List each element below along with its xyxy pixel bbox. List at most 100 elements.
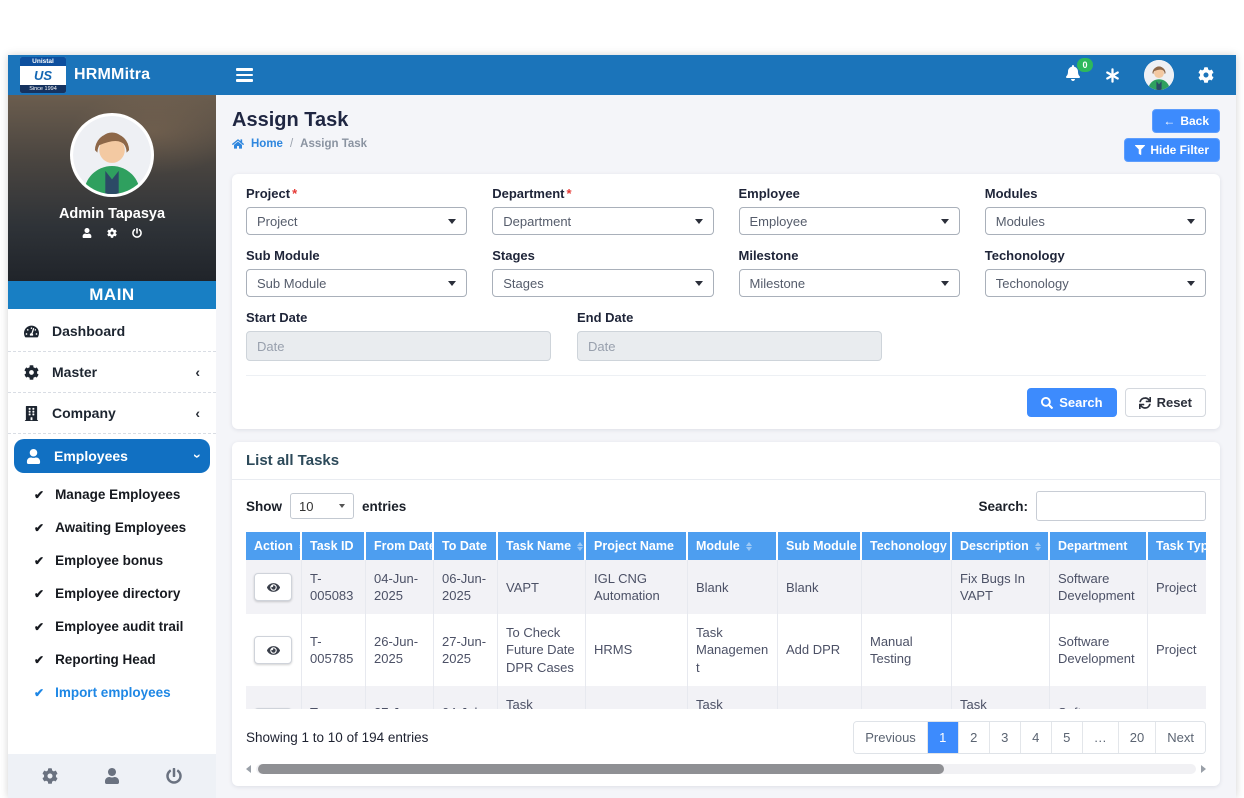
- sidebar-item-company[interactable]: Company ‹: [8, 393, 216, 434]
- back-label: Back: [1180, 114, 1209, 128]
- project-select[interactable]: Project: [246, 207, 467, 235]
- cell-project-name: HRMS: [586, 614, 688, 685]
- cell-description: [952, 614, 1050, 685]
- home-icon: [232, 138, 244, 150]
- sidebar-subitem-manage-employees[interactable]: ✔ Manage Employees: [8, 478, 216, 511]
- technology-label: Techonology: [985, 248, 1206, 263]
- view-task-button[interactable]: [254, 573, 292, 601]
- menu-toggle-icon[interactable]: [236, 68, 253, 82]
- start-date-input[interactable]: [246, 331, 551, 361]
- milestone-select[interactable]: Milestone: [739, 269, 960, 297]
- stages-select[interactable]: Stages: [492, 269, 713, 297]
- pagination-page-5[interactable]: 5: [1051, 722, 1082, 753]
- view-task-button[interactable]: [254, 636, 292, 664]
- modules-select[interactable]: Modules: [985, 207, 1206, 235]
- col-description[interactable]: Description: [952, 532, 1050, 560]
- tasks-table: Action Task ID From Date To Date Task Na…: [246, 532, 1206, 709]
- pagination-page-4[interactable]: 4: [1020, 722, 1051, 753]
- table-header-row: Action Task ID From Date To Date Task Na…: [246, 532, 1206, 560]
- col-project-name[interactable]: Project Name: [586, 532, 688, 560]
- profile-user-icon[interactable]: [82, 228, 92, 238]
- cell-task-name: Task Management Review: [498, 686, 586, 709]
- hide-filter-button[interactable]: Hide Filter: [1124, 138, 1220, 162]
- cell-from-date: 27-Jun-2025: [366, 686, 434, 709]
- pagination-page-20[interactable]: 20: [1118, 722, 1155, 753]
- scrollbar-track[interactable]: [256, 764, 1196, 774]
- employee-select[interactable]: Employee: [739, 207, 960, 235]
- pagination-next[interactable]: Next: [1155, 722, 1205, 753]
- col-from-date[interactable]: From Date: [366, 532, 434, 560]
- search-button[interactable]: Search: [1027, 388, 1116, 417]
- asterisk-icon[interactable]: [1105, 68, 1120, 83]
- sidebar-subitem-import-employees[interactable]: ✔ Import employees: [8, 676, 216, 709]
- sub-module-select[interactable]: Sub Module: [246, 269, 467, 297]
- sidebar-item-dashboard[interactable]: Dashboard: [8, 311, 216, 352]
- scroll-left-arrow-icon[interactable]: [246, 765, 251, 773]
- end-date-input[interactable]: [577, 331, 882, 361]
- col-technology[interactable]: Techonology: [862, 532, 952, 560]
- showing-entries-text: Showing 1 to 10 of 194 entries: [246, 730, 428, 745]
- table-scroll-area: Action Task ID From Date To Date Task Na…: [246, 532, 1206, 709]
- cell-task-id: T-005083: [302, 560, 366, 614]
- footer-power-icon[interactable]: [166, 768, 182, 784]
- sidebar-subitem-employee-audit-trail[interactable]: ✔ Employee audit trail: [8, 610, 216, 643]
- cell-task-name: To Check Future Date DPR Cases: [498, 614, 586, 685]
- cell-sub-module: Reports: [778, 686, 862, 709]
- cell-project-name: HRMS: [586, 686, 688, 709]
- pagination-ellipsis[interactable]: …: [1082, 722, 1118, 753]
- logo-top-text: Unistal: [20, 57, 66, 66]
- col-department[interactable]: Department: [1050, 532, 1148, 560]
- check-icon: ✔: [34, 621, 44, 633]
- scrollbar-thumb[interactable]: [258, 764, 944, 774]
- scroll-right-arrow-icon[interactable]: [1201, 765, 1206, 773]
- settings-gear-icon[interactable]: [1198, 67, 1214, 83]
- col-sub-module[interactable]: Sub Module: [778, 532, 862, 560]
- breadcrumb: Home / Assign Task: [232, 138, 367, 150]
- back-button[interactable]: ← Back: [1152, 109, 1220, 133]
- sidebar-subitem-employee-bonus[interactable]: ✔ Employee bonus: [8, 544, 216, 577]
- brand-area[interactable]: Unistal US Since 1994 HRMMitra: [8, 57, 216, 93]
- profile-power-icon[interactable]: [132, 228, 142, 238]
- user-name: Admin Tapasya: [59, 206, 165, 222]
- caret-down-icon: [941, 219, 949, 224]
- footer-user-icon[interactable]: [104, 768, 120, 784]
- col-task-type[interactable]: Task Type: [1148, 532, 1206, 560]
- col-to-date[interactable]: To Date: [434, 532, 498, 560]
- caret-down-icon: [941, 281, 949, 286]
- sidebar: Admin Tapasya MAIN Dashboard Master ‹: [8, 95, 216, 798]
- pagination-page-1[interactable]: 1: [927, 722, 958, 753]
- breadcrumb-separator: /: [290, 138, 293, 150]
- breadcrumb-home-link[interactable]: Home: [251, 138, 283, 150]
- table-search-input[interactable]: [1036, 491, 1206, 521]
- sidebar-subitem-reporting-head[interactable]: ✔ Reporting Head: [8, 643, 216, 676]
- sidebar-subitem-employee-directory[interactable]: ✔ Employee directory: [8, 577, 216, 610]
- col-task-id[interactable]: Task ID: [302, 532, 366, 560]
- avatar-icon: [73, 116, 151, 194]
- search-label: Search: [1059, 395, 1102, 410]
- cell-module: Blank: [688, 560, 778, 614]
- end-date-label: End Date: [577, 310, 882, 325]
- sidebar-item-employees[interactable]: Employees ‹: [14, 439, 210, 473]
- page-size-select[interactable]: 10: [290, 493, 354, 519]
- notifications-button[interactable]: 0: [1065, 65, 1081, 86]
- profile-gear-icon[interactable]: [107, 228, 117, 238]
- caret-down-icon: [339, 504, 345, 508]
- pagination-page-3[interactable]: 3: [989, 722, 1020, 753]
- technology-select[interactable]: Techonology: [985, 269, 1206, 297]
- profile-avatar[interactable]: [70, 113, 154, 197]
- col-module[interactable]: Module: [688, 532, 778, 560]
- col-action[interactable]: Action: [246, 532, 302, 560]
- pagination-previous[interactable]: Previous: [854, 722, 927, 753]
- pagination-page-2[interactable]: 2: [958, 722, 989, 753]
- sidebar-item-master[interactable]: Master ‹: [8, 352, 216, 393]
- footer-gear-icon[interactable]: [42, 768, 58, 784]
- department-select[interactable]: Department: [492, 207, 713, 235]
- entries-label: entries: [362, 499, 406, 514]
- dashboard-icon: [24, 324, 39, 339]
- col-task-name[interactable]: Task Name: [498, 532, 586, 560]
- sidebar-subitem-awaiting-employees[interactable]: ✔ Awaiting Employees: [8, 511, 216, 544]
- reset-button[interactable]: Reset: [1125, 388, 1206, 417]
- sidebar-item-label: Dashboard: [52, 323, 125, 339]
- user-avatar[interactable]: [1144, 60, 1174, 90]
- pagination: Previous 1 2 3 4 5 … 20 Next: [853, 721, 1206, 754]
